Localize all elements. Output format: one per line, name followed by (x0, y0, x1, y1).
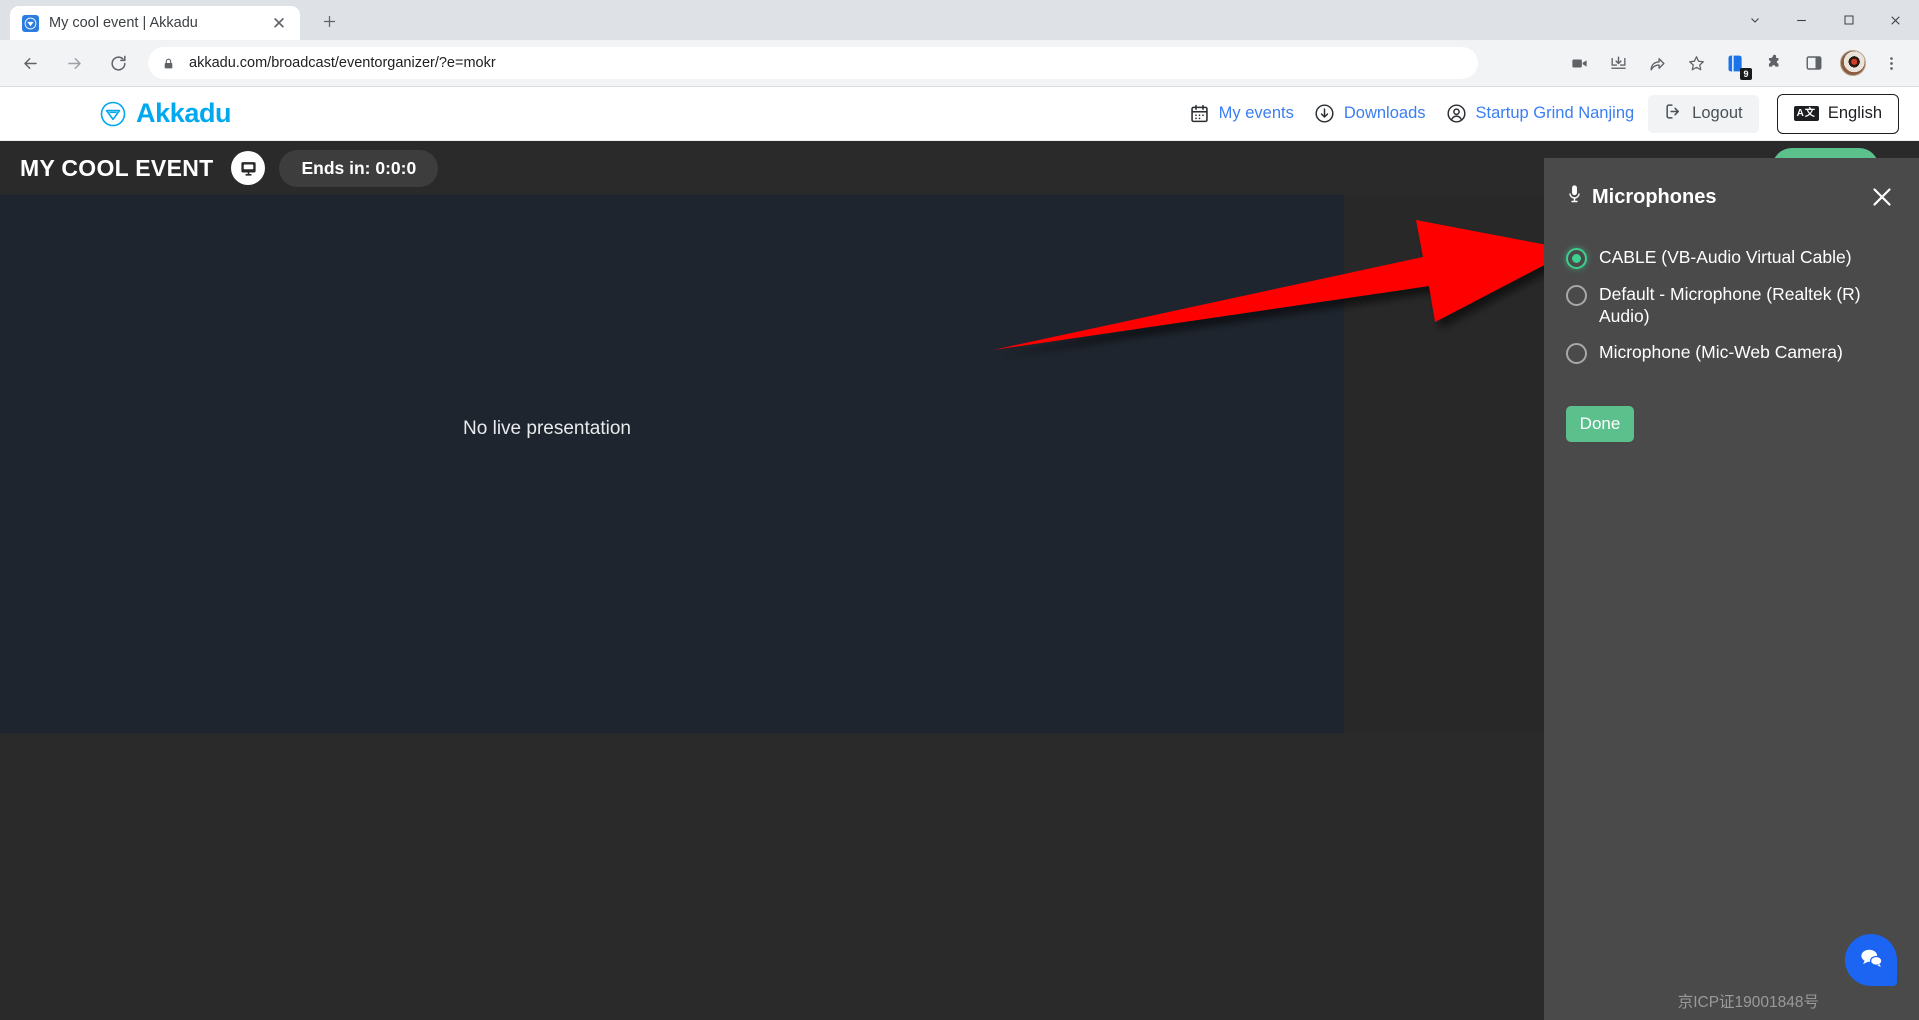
new-tab-button[interactable] (312, 4, 346, 38)
calendar-icon (1189, 103, 1210, 124)
microphone-option-list: CABLE (VB-Audio Virtual Cable) Default -… (1566, 242, 1897, 368)
tab-strip: My cool event | Akkadu ✕ (0, 0, 1919, 40)
address-bar-url: akkadu.com/broadcast/eventorganizer/?e=m… (189, 55, 496, 71)
presentation-screen-icon[interactable] (231, 151, 266, 185)
chrome-menu-icon[interactable] (1876, 48, 1907, 79)
download-circle-icon (1314, 103, 1335, 124)
browser-toolbar: akkadu.com/broadcast/eventorganizer/?e=m… (0, 40, 1919, 87)
install-app-icon[interactable] (1603, 48, 1634, 79)
language-label: English (1827, 104, 1882, 122)
nav-my-events-label: My events (1218, 104, 1294, 122)
microphone-option-label: CABLE (VB-Audio Virtual Cable) (1599, 247, 1852, 267)
notes-extension-icon[interactable]: 9 (1720, 48, 1752, 80)
logout-label: Logout (1692, 104, 1743, 122)
done-button[interactable]: Done (1566, 406, 1634, 443)
close-icon[interactable] (1867, 182, 1897, 212)
radio-button[interactable] (1566, 285, 1587, 306)
no-presentation-message: No live presentation (463, 418, 631, 439)
logout-icon (1664, 102, 1683, 126)
microphone-option[interactable]: Default - Microphone (Realtek (R) Audio) (1566, 279, 1897, 331)
toolbar-icon-group: 9 (1560, 48, 1911, 80)
akkadu-favicon-icon (22, 14, 39, 32)
chat-bubbles-icon (1858, 944, 1885, 976)
chevron-down-icon[interactable] (1731, 0, 1778, 40)
browser-tab[interactable]: My cool event | Akkadu ✕ (10, 6, 300, 40)
logout-button[interactable]: Logout (1648, 94, 1759, 133)
avatar (1839, 50, 1866, 76)
forward-arrow-icon[interactable] (57, 46, 91, 80)
tab-close-icon[interactable]: ✕ (268, 12, 290, 34)
nav-downloads-label: Downloads (1343, 104, 1426, 122)
maximize-icon[interactable] (1825, 0, 1872, 40)
akkadu-logo-text: Akkadu (136, 98, 232, 128)
microphone-panel-header: Microphones (1566, 182, 1897, 212)
video-camera-icon[interactable] (1564, 48, 1595, 79)
sidepanel-icon[interactable] (1798, 48, 1829, 79)
akkadu-logo[interactable]: Akkadu (100, 98, 232, 129)
app-nav: My events Downloads Startup Grind Nanjin… (1179, 93, 1919, 134)
nav-account[interactable]: Startup Grind Nanjing (1436, 94, 1645, 134)
profile-avatar-icon[interactable] (1837, 48, 1868, 79)
icp-license-text: 京ICP证19001848号 (1677, 994, 1819, 1011)
stage-right-filler (1344, 195, 1544, 733)
presentation-area: No live presentation (0, 195, 1344, 733)
extension-badge-count: 9 (1740, 67, 1752, 80)
microphone-option[interactable]: CABLE (VB-Audio Virtual Cable) (1566, 242, 1897, 273)
app-header: Akkadu My events Downloads Startup Grind… (0, 87, 1919, 141)
share-icon[interactable] (1642, 48, 1673, 79)
radio-button-selected[interactable] (1566, 248, 1587, 269)
nav-account-label: Startup Grind Nanjing (1475, 104, 1635, 122)
language-switcher[interactable]: A文 English (1776, 93, 1899, 134)
minimize-icon[interactable] (1778, 0, 1825, 40)
microphone-panel: Microphones CABLE (VB-Audio Virtual Cabl… (1544, 158, 1919, 1020)
microphone-option-label: Default - Microphone (Realtek (R) Audio) (1599, 284, 1861, 327)
back-arrow-icon[interactable] (13, 46, 47, 80)
radio-button[interactable] (1566, 343, 1587, 365)
lock-icon (162, 57, 175, 70)
stage-bottom-filler (0, 733, 1544, 1020)
bookmark-star-icon[interactable] (1681, 48, 1712, 79)
event-title: MY COOL EVENT (20, 154, 214, 181)
extensions-puzzle-icon[interactable] (1759, 48, 1790, 79)
window-close-icon[interactable] (1872, 0, 1919, 40)
microphone-option[interactable]: Microphone (Mic-Web Camera) (1566, 337, 1897, 368)
tab-title: My cool event | Akkadu (49, 15, 198, 31)
address-bar[interactable]: akkadu.com/broadcast/eventorganizer/?e=m… (148, 47, 1478, 79)
user-circle-icon (1446, 103, 1467, 124)
microphone-option-label: Microphone (Mic-Web Camera) (1599, 342, 1843, 363)
microphone-panel-title: Microphones (1592, 185, 1717, 208)
nav-my-events[interactable]: My events (1179, 94, 1304, 134)
reload-icon[interactable] (101, 46, 135, 80)
akkadu-logo-icon (100, 101, 126, 127)
window-controls (1731, 0, 1919, 40)
microphone-icon (1566, 184, 1583, 210)
event-timer: Ends in: 0:0:0 (279, 149, 439, 187)
translate-icon: A文 (1793, 106, 1819, 121)
chat-fab-button[interactable] (1845, 934, 1897, 986)
browser-window: My cool event | Akkadu ✕ akkadu.com/broa… (0, 0, 1919, 1020)
nav-downloads[interactable]: Downloads (1304, 94, 1436, 134)
